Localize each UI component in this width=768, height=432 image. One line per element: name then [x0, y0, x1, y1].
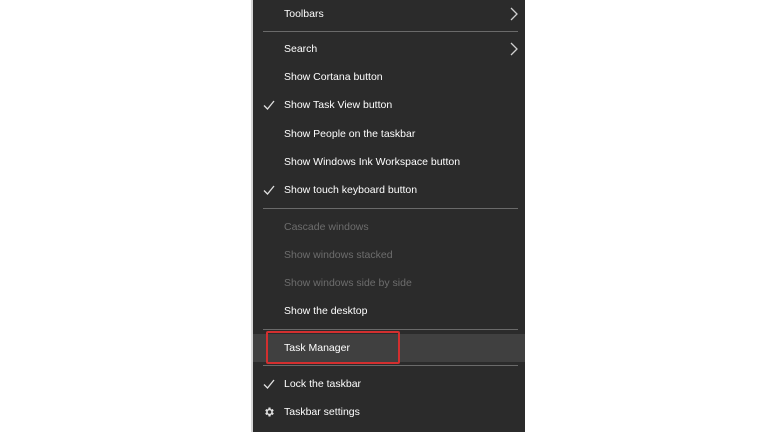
menu-item-label: Show People on the taskbar: [284, 128, 416, 140]
menu-item-label: Lock the taskbar: [284, 378, 362, 390]
menu-separator: [263, 31, 518, 32]
menu-item-label: Show windows stacked: [284, 249, 393, 261]
menu-item-taskbar-settings[interactable]: Taskbar settings: [253, 398, 525, 426]
menu-item-cascade-windows: Cascade windows: [253, 213, 525, 241]
menu-item-label: Show Task View button: [284, 99, 393, 111]
menu-item-label: Taskbar settings: [284, 406, 360, 418]
menu-item-label: Toolbars: [284, 8, 324, 20]
menu-item-search[interactable]: Search: [253, 35, 525, 63]
menu-item-label: Show the desktop: [284, 305, 368, 317]
menu-item-show-cortana-button[interactable]: Show Cortana button: [253, 63, 525, 91]
menu-item-label: Show windows side by side: [284, 277, 412, 289]
menu-item-show-touch-keyboard[interactable]: Show touch keyboard button: [253, 176, 525, 204]
menu-item-show-windows-ink[interactable]: Show Windows Ink Workspace button: [253, 148, 525, 176]
menu-item-label: Show touch keyboard button: [284, 184, 418, 196]
chevron-right-icon: [510, 7, 518, 21]
menu-separator: [263, 329, 518, 330]
menu-item-label: Search: [284, 43, 318, 55]
menu-item-label: Task Manager: [284, 342, 350, 354]
menu-item-toolbars[interactable]: Toolbars: [253, 0, 525, 28]
taskbar-context-menu: Toolbars Search Show Cortana button Show…: [251, 0, 525, 432]
screenshot-stage: Toolbars Search Show Cortana button Show…: [0, 0, 768, 432]
menu-item-label: Show Cortana button: [284, 71, 383, 83]
menu-item-show-windows-side-by-side: Show windows side by side: [253, 269, 525, 297]
menu-separator: [263, 365, 518, 366]
menu-item-label: Show Windows Ink Workspace button: [284, 156, 461, 168]
menu-item-show-task-view-button[interactable]: Show Task View button: [253, 91, 525, 119]
checkmark-icon: [263, 379, 275, 389]
chevron-right-icon: [510, 42, 518, 56]
menu-item-show-people[interactable]: Show People on the taskbar: [253, 120, 525, 148]
checkmark-icon: [263, 185, 275, 195]
checkmark-icon: [263, 100, 275, 110]
menu-item-task-manager[interactable]: Task Manager: [253, 331, 525, 364]
gear-icon: [265, 407, 274, 417]
menu-separator: [263, 208, 518, 209]
menu-item-show-windows-stacked: Show windows stacked: [253, 241, 525, 269]
menu-item-lock-the-taskbar[interactable]: Lock the taskbar: [253, 370, 525, 398]
menu-item-label: Cascade windows: [284, 221, 369, 233]
menu-item-show-the-desktop[interactable]: Show the desktop: [253, 297, 525, 325]
